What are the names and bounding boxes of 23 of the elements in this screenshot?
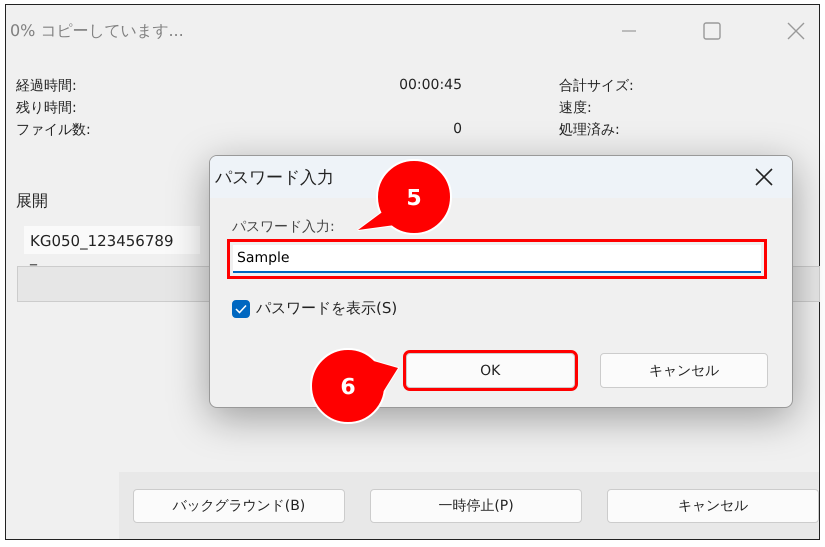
section-title: 展開 — [16, 191, 48, 212]
stat-value: 0 — [452, 121, 462, 139]
stat-label: 速度: — [558, 99, 593, 117]
show-password-checkbox[interactable] — [232, 300, 250, 318]
stat-label: ファイル数: — [16, 121, 92, 139]
dialog-title: パスワード入力 — [215, 166, 334, 188]
stat-value: 00:00:45 — [398, 77, 462, 95]
stat-label: 残り時間: — [16, 99, 78, 117]
maximize-icon[interactable] — [703, 22, 721, 40]
stat-label: 合計サイズ: — [558, 77, 635, 95]
checkbox-label: パスワードを表示(S) — [256, 299, 398, 318]
password-field[interactable]: Sample — [233, 245, 761, 273]
action-button[interactable]: バックグラウンド(B) — [133, 488, 345, 522]
checkmark-icon — [235, 304, 247, 314]
window-title: 0% コピーしています... — [10, 20, 184, 42]
stat-label: 処理済み: — [558, 121, 621, 139]
close-icon[interactable] — [754, 167, 774, 187]
file-name: KG050_123456789 — [24, 226, 200, 254]
action-button[interactable]: キャンセル — [607, 488, 819, 522]
stat-label: 経過時間: — [16, 77, 78, 95]
action-button[interactable]: 一時停止(P) — [370, 488, 582, 522]
cancel-button[interactable]: キャンセル — [600, 353, 768, 388]
field-label: パスワード入力: — [232, 218, 336, 236]
